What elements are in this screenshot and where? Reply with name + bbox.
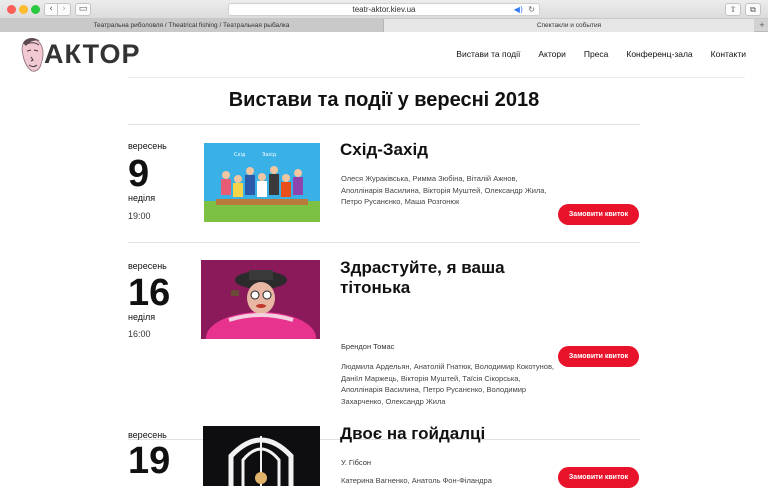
event-weekday: неділя — [128, 312, 156, 322]
show-tabs-icon[interactable]: ⧉ — [745, 3, 761, 16]
sidebar-toggle-icon[interactable]: ▭ — [75, 3, 91, 16]
event-day: 16 — [128, 272, 171, 314]
event-title[interactable]: Двоє на гойдалці — [340, 424, 550, 444]
event-time: 16:00 — [128, 329, 151, 339]
minimize-window-button[interactable] — [19, 5, 28, 14]
event-month: вересень — [128, 141, 167, 151]
event-day: 9 — [128, 153, 150, 195]
event-month: вересень — [128, 261, 167, 271]
event-row: вересень 19 Двоє на гойдалці У. Гібсон К… — [128, 424, 640, 500]
event-title[interactable]: Здрастуйте, я ваша тітонька — [340, 258, 550, 298]
event-row: вересень 9 неділя 19:00 Схід Захід Схід-… — [128, 125, 640, 243]
back-button[interactable]: ‹ — [44, 3, 58, 16]
logo-wordmark: АКТОР — [44, 39, 141, 69]
forward-button[interactable]: › — [57, 3, 71, 16]
zoom-window-button[interactable] — [31, 5, 40, 14]
event-month: вересень — [128, 430, 167, 440]
event-weekday: неділя — [128, 193, 156, 203]
address-url: teatr-aktor.kiev.ua — [352, 5, 416, 14]
address-bar[interactable]: teatr-aktor.kiev.ua ◀) ↻ — [228, 3, 540, 16]
reload-icon[interactable]: ↻ — [528, 4, 535, 15]
nav-actors[interactable]: Актори — [538, 49, 565, 59]
event-poster-image[interactable] — [201, 260, 320, 339]
tab-events[interactable]: Спектакли и события — [384, 19, 754, 32]
svg-text:Схід: Схід — [234, 152, 246, 158]
event-cast: Людмила Ардельян, Анатолій Гнатюк, Волод… — [341, 362, 555, 406]
event-author: У. Гібсон — [341, 458, 372, 467]
order-ticket-button[interactable]: Замовити квиток — [558, 467, 639, 488]
event-poster-image[interactable] — [203, 426, 320, 486]
browser-toolbar: ‹ › ▭ teatr-aktor.kiev.ua ◀) ↻ ⇧ ⧉ — [0, 0, 768, 19]
event-row: вересень 16 неділя 16:00 Здрастуйте, я в… — [128, 243, 640, 440]
order-ticket-button[interactable]: Замовити квиток — [558, 346, 639, 367]
event-cast: Олеся Жураківська, Римма Зюбіна, Віталій… — [341, 174, 547, 206]
new-tab-button[interactable]: + — [756, 19, 768, 32]
close-window-button[interactable] — [7, 5, 16, 14]
event-time: 19:00 — [128, 211, 151, 221]
share-icon[interactable]: ⇧ — [725, 3, 741, 16]
nav-events[interactable]: Вистави та події — [456, 49, 520, 59]
poster-aunt-art — [201, 260, 320, 339]
event-title[interactable]: Схід-Захід — [340, 140, 550, 160]
page-title: Вистави та події у вересні 2018 — [228, 89, 540, 111]
nav-conference-hall[interactable]: Конференц-зала — [626, 49, 692, 59]
main-navigation: Вистави та події Актори Преса Конференц-… — [438, 49, 746, 59]
audio-icon[interactable]: ◀) — [514, 4, 523, 15]
nav-press[interactable]: Преса — [584, 49, 609, 59]
poster-two-on-seesaw-art — [203, 426, 320, 486]
svg-text:Захід: Захід — [262, 152, 277, 158]
poster-east-west-art: Схід Захід — [204, 143, 320, 222]
nav-contacts[interactable]: Контакти — [711, 49, 746, 59]
order-ticket-button[interactable]: Замовити квиток — [558, 204, 639, 225]
event-day: 19 — [128, 440, 171, 482]
event-author: Брендон Томас — [341, 342, 395, 351]
event-cast: Катерина Вагненко, Анатоль Фон-Філандра — [341, 476, 492, 485]
web-page: АКТОР Вистави та події Актори Преса Конф… — [0, 33, 768, 488]
tab-theatrical-fishing[interactable]: Театральна риболовля / Theatrical fishin… — [0, 19, 384, 32]
tab-bar: Театральна риболовля / Theatrical fishin… — [0, 19, 768, 32]
header-divider — [128, 77, 745, 78]
logo-face-icon — [21, 38, 44, 72]
event-poster-image[interactable]: Схід Захід — [204, 143, 320, 222]
